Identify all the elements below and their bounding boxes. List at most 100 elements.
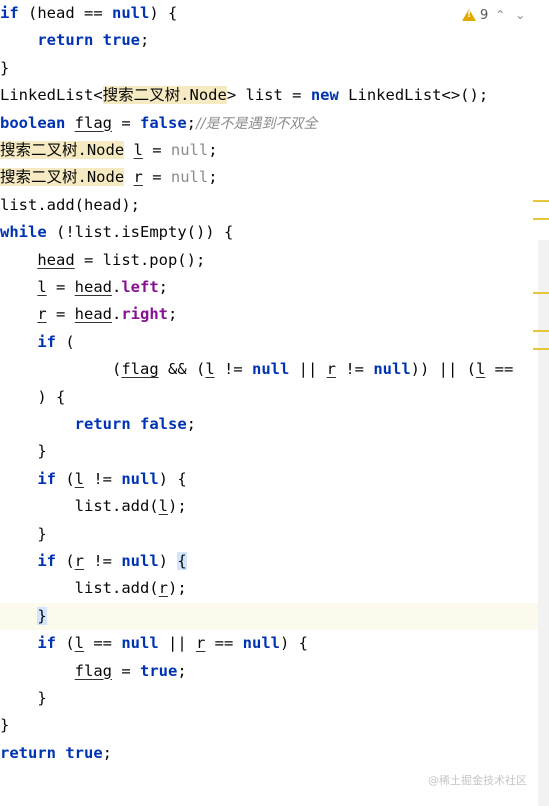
code-line[interactable]: } [0,438,540,465]
variable: r [158,579,168,598]
type-highlight: 搜索二叉树 [102,86,181,105]
code-line[interactable]: list.add(head); [0,192,540,219]
code-text: LinkedList<>(); [338,86,489,105]
keyword: if [37,552,56,570]
type-highlight: 搜索二叉树.Node [0,168,125,187]
code-line[interactable]: } [0,685,540,712]
code-editor[interactable]: if (head == null) { return true; } Linke… [0,0,549,806]
code-text: ; [186,113,197,132]
inspection-widget[interactable]: 9 ⌃ ⌄ [462,5,528,25]
keyword: null [252,360,290,379]
variable: flag [121,360,159,379]
code-text: ; [158,278,169,296]
field: left [121,278,159,296]
watermark: @稀土掘金技术社区 [428,774,527,787]
code-line[interactable]: if ( [0,329,540,356]
code-line[interactable]: r = head.right; [0,301,540,328]
keyword: true [102,31,140,50]
code-line[interactable]: return false; [0,411,540,438]
code-text: = [46,305,75,324]
code-text: ; [186,415,197,433]
variable: r [196,634,206,653]
keyword: true [65,743,103,762]
code-line[interactable]: list.add(l); [0,493,540,520]
code-line[interactable]: } [0,55,540,82]
vertical-scrollbar[interactable] [538,240,549,806]
keyword: return [37,31,94,50]
code-text: ; [208,168,218,187]
code-line[interactable]: } [0,521,540,548]
matched-brace: { [177,552,187,570]
code-line[interactable]: return true; [0,27,540,54]
code-line[interactable]: boolean flag = false;//是不是遇到不双全 [0,110,540,137]
keyword: false [140,113,187,132]
chevron-up-icon[interactable]: ⌃ [492,8,508,22]
code-text: } [37,524,47,543]
comment: //是不是遇到不双全 [196,115,318,132]
code-line[interactable]: if (l != null) { [0,466,540,493]
code-text: list.add( [74,497,159,516]
code-text: ; [168,305,178,324]
code-text: = [112,113,140,132]
code-text: && ( [158,360,206,379]
keyword: boolean [0,113,66,132]
code-line[interactable]: ) { [0,384,540,411]
code-text: != [84,469,122,488]
matched-brace: } [37,606,47,625]
code-line[interactable]: 搜索二叉树.Node r = null; [0,164,540,191]
variable: l [158,497,168,516]
code-text: ) { [280,634,308,653]
code-text: || [158,634,196,653]
code-line[interactable]: flag = true; [0,658,540,685]
warning-stripe-mark[interactable] [533,330,549,332]
code-line[interactable]: 搜索二叉树.Node l = null; [0,137,540,164]
code-text: != [214,360,252,379]
keyword: return [0,743,56,762]
warning-stripe-mark[interactable] [533,218,549,220]
code-text: . [112,305,122,324]
current-code-line[interactable]: } [0,602,549,631]
code-line[interactable]: if (r != null) { [0,548,540,575]
warning-count: 9 [480,7,489,23]
code-line[interactable]: l = head.left; [0,274,540,301]
warning-stripe-mark[interactable] [533,348,549,350]
keyword: false [140,415,187,433]
code-text: ( [56,332,75,351]
chevron-down-icon[interactable]: ⌄ [512,8,528,22]
code-line[interactable]: return true; [0,740,540,767]
code-line[interactable]: (flag && (l != null || r != null)) || (l… [0,356,540,383]
code-text: = [142,141,171,159]
code-text: != [84,552,122,570]
code-line[interactable]: list.add(r); [0,575,540,602]
code-line[interactable]: } [0,712,540,739]
keyword: null [121,552,159,570]
warning-stripe-mark[interactable] [533,292,549,294]
keyword: new [310,86,339,105]
code-line[interactable]: if (head == null) { [0,0,540,27]
warning-stripe-mark[interactable] [533,200,549,202]
keyword: null [121,634,159,653]
variable: head [37,250,75,269]
code-line[interactable]: while (!list.isEmpty()) { [0,219,540,246]
variable: l [475,360,486,379]
variable: l [74,634,85,653]
code-line[interactable]: head = list.pop(); [0,247,540,274]
code-text: list.add( [74,579,159,598]
code-line[interactable]: if (l == null || r == null) { [0,630,540,657]
code-line[interactable]: LinkedList<搜索二叉树.Node> list = new Linked… [0,82,540,109]
warning-icon [462,9,476,21]
keyword: null [242,634,280,653]
field: right [121,305,169,324]
